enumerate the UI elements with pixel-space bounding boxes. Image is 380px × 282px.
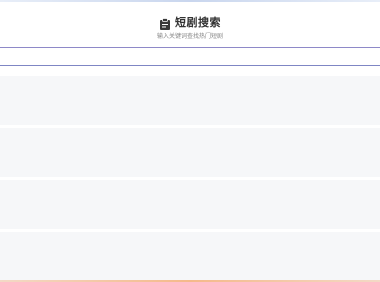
result-card[interactable] [0, 128, 380, 177]
clipboard-icon [159, 16, 171, 30]
result-card[interactable] [0, 180, 380, 229]
search-box[interactable] [0, 47, 380, 70]
page-title: 短剧搜索 [175, 16, 221, 29]
result-card[interactable] [0, 232, 380, 281]
title-row: 短剧搜索 [0, 13, 380, 31]
page-header: 短剧搜索 输入关键词查找热门短剧 [0, 2, 380, 46]
search-input[interactable] [0, 52, 380, 70]
page-subtitle: 输入关键词查找热门短剧 [156, 33, 223, 40]
result-card[interactable] [0, 76, 380, 125]
